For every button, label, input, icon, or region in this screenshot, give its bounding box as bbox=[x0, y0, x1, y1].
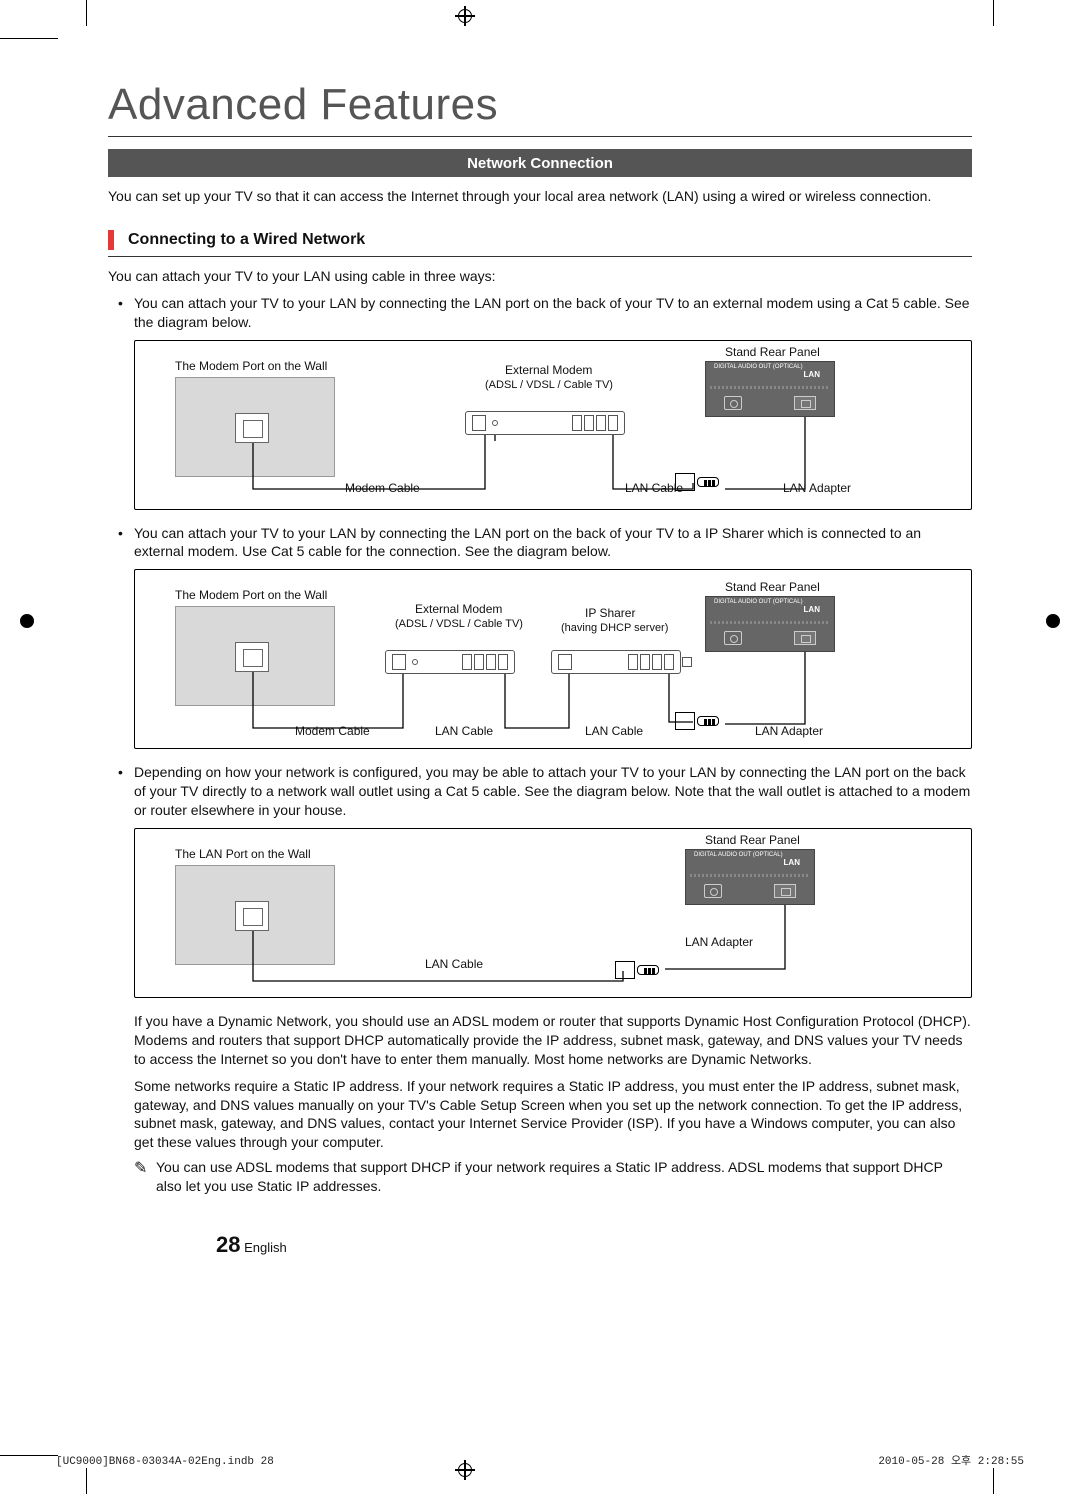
print-slug-left: [UC9000]BN68-03034A-02Eng.indb 28 bbox=[56, 1456, 274, 1468]
label-lan-adapter: LAN Adapter bbox=[755, 724, 823, 738]
label-lan-adapter: LAN Adapter bbox=[783, 481, 851, 495]
label-lan-cable: LAN Cable bbox=[625, 481, 683, 495]
diagram-ip-sharer: The Modem Port on the Wall External Mode… bbox=[134, 569, 972, 749]
page-language: English bbox=[244, 1240, 287, 1255]
print-slug-right: 2010-05-28 오후 2:28:55 bbox=[878, 1452, 1024, 1468]
subheading: Connecting to a Wired Network bbox=[128, 231, 365, 249]
crop-mark bbox=[0, 38, 58, 39]
subheading-marker-icon bbox=[108, 230, 114, 250]
intro-text: You can set up your TV so that it can ac… bbox=[108, 187, 972, 206]
registration-mark-icon bbox=[455, 6, 475, 26]
diagram-modem-direct: The Modem Port on the Wall External Mode… bbox=[134, 340, 972, 510]
label-lan-cable: LAN Cable bbox=[435, 724, 493, 738]
crop-mark bbox=[86, 1468, 87, 1494]
registration-dot-icon bbox=[20, 614, 34, 628]
bullet-list: Depending on how your network is configu… bbox=[108, 763, 972, 820]
crop-mark bbox=[993, 1468, 994, 1494]
list-item: You can attach your TV to your LAN by co… bbox=[108, 294, 972, 332]
crop-mark bbox=[993, 0, 994, 26]
registration-dot-icon bbox=[1046, 614, 1060, 628]
cable-wires bbox=[135, 570, 971, 748]
cable-wires bbox=[135, 829, 971, 997]
note-text: You can use ADSL modems that support DHC… bbox=[156, 1158, 972, 1196]
diagram-direct-wall: The LAN Port on the Wall Stand Rear Pane… bbox=[134, 828, 972, 998]
section-heading-bar: Network Connection bbox=[108, 149, 972, 177]
label-lan-cable: LAN Cable bbox=[425, 957, 483, 971]
subheading-row: Connecting to a Wired Network bbox=[108, 230, 972, 250]
list-item: Depending on how your network is configu… bbox=[108, 763, 972, 820]
page-footer: 28 English bbox=[216, 1232, 287, 1258]
title-rule bbox=[108, 136, 972, 137]
subheading-rule bbox=[108, 256, 972, 257]
page-number: 28 bbox=[216, 1232, 240, 1257]
paragraph: If you have a Dynamic Network, you shoul… bbox=[134, 1012, 972, 1069]
registration-mark-icon bbox=[455, 1460, 475, 1480]
crop-mark bbox=[86, 0, 87, 26]
note-row: ✎ You can use ADSL modems that support D… bbox=[134, 1158, 972, 1196]
section-heading-text: Network Connection bbox=[467, 155, 613, 172]
paragraph: Some networks require a Static IP addres… bbox=[134, 1077, 972, 1153]
bullet-list: You can attach your TV to your LAN by co… bbox=[108, 524, 972, 562]
list-item: You can attach your TV to your LAN by co… bbox=[108, 524, 972, 562]
page-content: Advanced Features Network Connection You… bbox=[108, 80, 972, 1196]
label-lan-cable: LAN Cable bbox=[585, 724, 643, 738]
label-lan-adapter: LAN Adapter bbox=[685, 935, 753, 949]
manual-page: Advanced Features Network Connection You… bbox=[0, 0, 1080, 1494]
note-icon: ✎ bbox=[134, 1158, 156, 1196]
lead-text: You can attach your TV to your LAN using… bbox=[108, 267, 972, 286]
bullet-list: You can attach your TV to your LAN by co… bbox=[108, 294, 972, 332]
page-title: Advanced Features bbox=[108, 80, 972, 130]
label-modem-cable: Modem Cable bbox=[345, 481, 420, 495]
label-modem-cable: Modem Cable bbox=[295, 724, 370, 738]
crop-mark bbox=[0, 1455, 58, 1456]
